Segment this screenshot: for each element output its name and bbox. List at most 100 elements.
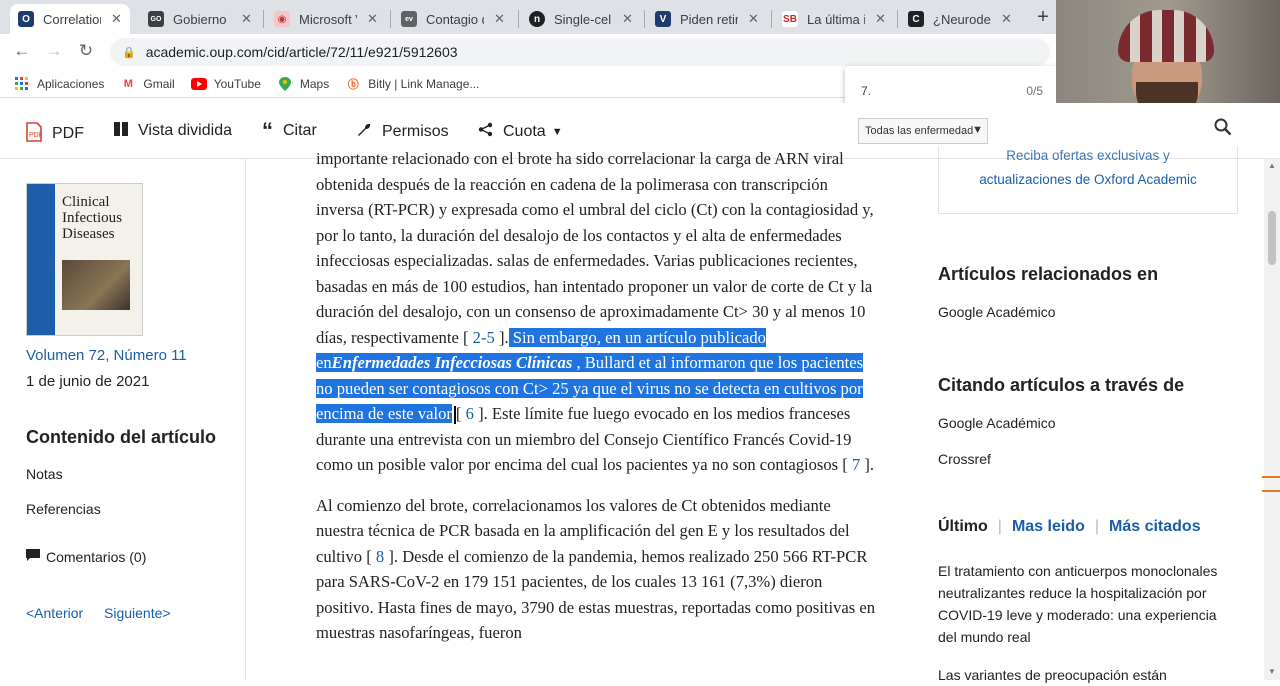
tab-separator — [518, 10, 519, 28]
close-tab-icon[interactable]: ✕ — [622, 11, 633, 27]
citing-crossref-link[interactable]: Crossref — [938, 451, 991, 467]
bookmark-label: YouTube — [213, 76, 261, 91]
tab-most-cited[interactable]: Más citados — [1109, 518, 1201, 536]
close-tab-icon[interactable]: ✕ — [111, 11, 122, 27]
quote-icon: “ — [262, 118, 273, 143]
article-contents-heading: Contenido del artículo — [26, 427, 217, 447]
go-favicon-icon: GO — [148, 11, 164, 27]
comments-label: Comentarios (0) — [46, 549, 147, 565]
close-tab-icon[interactable]: ✕ — [241, 11, 252, 27]
forward-arrow-icon[interactable]: → — [44, 41, 64, 61]
pdf-label: PDF — [52, 125, 84, 142]
oup-favicon-icon: O — [18, 11, 34, 27]
bookmark-apps[interactable]: Aplicaciones — [14, 76, 105, 91]
tab-gobierno[interactable]: GO Gobierno in ✕ — [140, 4, 260, 34]
tab-microsoft[interactable]: ◉ Microsoft V ✕ — [266, 4, 386, 34]
search-scope-value: Todas las enfermedad — [865, 125, 974, 137]
find-match-marker — [1262, 490, 1280, 492]
bookmark-youtube[interactable]: YouTube — [190, 76, 261, 91]
tab-contagio[interactable]: ev Contagio de ✕ — [393, 4, 513, 34]
reference-link[interactable]: 7 — [852, 455, 860, 474]
comments-link[interactable]: Comentarios (0) — [26, 549, 146, 565]
tab-single-cell[interactable]: n Single-cell ✕ — [521, 4, 641, 34]
bookmark-maps[interactable]: Maps — [277, 76, 330, 91]
tab-separator — [771, 10, 772, 28]
paragraph-text: ]. — [864, 455, 875, 474]
journal-name: Enfermedades Infecciosas Clínicas — [331, 353, 573, 372]
tab-piden-retire[interactable]: V Piden retire ✕ — [647, 4, 767, 34]
v-favicon-icon: V — [655, 11, 671, 27]
bookmark-label: Maps — [299, 76, 330, 91]
close-tab-icon[interactable]: ✕ — [875, 11, 886, 27]
scrollbar-thumb[interactable] — [1268, 211, 1276, 265]
bookmark-gmail[interactable]: M Gmail — [120, 77, 175, 91]
tab-most-read[interactable]: Mas leido — [1012, 518, 1085, 536]
promo-link[interactable]: Reciba ofertas exclusivas y — [939, 144, 1237, 168]
split-view-button[interactable]: Vista dividida — [114, 122, 232, 140]
close-tab-icon[interactable]: ✕ — [494, 11, 505, 27]
toc-item-notes[interactable]: Notas — [26, 466, 63, 482]
related-google-scholar-link[interactable]: Google Académico — [938, 304, 1056, 320]
cite-label: Citar — [283, 122, 317, 139]
scroll-down-arrow-icon[interactable]: ▼ — [1268, 667, 1276, 676]
journal-cover[interactable]: Clinical Infectious Diseases — [26, 183, 143, 336]
find-input[interactable]: 7. — [861, 84, 871, 98]
tab-title: Microsoft V — [299, 11, 357, 27]
tab-latest[interactable]: Último — [938, 518, 988, 536]
nature-favicon-icon: n — [529, 11, 545, 27]
scroll-up-arrow-icon[interactable]: ▲ — [1268, 161, 1276, 170]
reference-link[interactable]: 2-5 — [473, 328, 495, 347]
tab-neuroderm[interactable]: C ¿Neuroderm ✕ — [900, 4, 1020, 34]
citing-articles-heading: Citando artículos a través de — [938, 375, 1185, 395]
volume-issue-link[interactable]: Volumen 72, Número 11 — [26, 347, 187, 364]
find-match-marker — [1262, 476, 1280, 478]
tab-title: ¿Neuroderm — [933, 11, 991, 27]
next-article-link[interactable]: Siguiente> — [104, 605, 171, 621]
pdf-button[interactable]: PDF PDF — [26, 122, 84, 146]
pdf-icon: PDF — [26, 122, 43, 146]
reference-link[interactable]: 8 — [376, 547, 384, 566]
citing-google-scholar-link[interactable]: Google Académico — [938, 415, 1056, 431]
search-icon[interactable] — [1214, 118, 1232, 141]
promo-box: Reciba ofertas exclusivas y actualizacio… — [938, 146, 1238, 214]
tab-divider: | — [997, 518, 1002, 535]
dropdown-arrow-icon: ▼ — [972, 124, 983, 136]
cite-button[interactable]: “ Citar — [262, 118, 317, 143]
search-scope-select[interactable]: Todas las enfermedad ▼ — [858, 118, 988, 144]
bracket: [ — [455, 404, 462, 423]
bitly-icon: ⓑ — [347, 78, 359, 91]
share-button[interactable]: Cuota ▼ — [478, 122, 563, 141]
back-arrow-icon[interactable]: ← — [12, 41, 32, 61]
reload-icon[interactable]: ↻ — [76, 41, 96, 61]
promo-link[interactable]: actualizaciones de Oxford Academic — [979, 172, 1197, 187]
tab-title: Contagio de — [426, 11, 484, 27]
paragraph-text: importante relacionado con el brote ha s… — [316, 149, 874, 347]
cover-journal-title: Clinical Infectious Diseases — [62, 194, 122, 242]
toc-item-references[interactable]: Referencias — [26, 501, 101, 517]
page-scrollbar[interactable]: ▲ ▼ — [1264, 159, 1280, 680]
tab-title: Piden retire — [680, 11, 738, 27]
permissions-button[interactable]: Permisos — [357, 122, 449, 141]
tab-correlation[interactable]: O Correlation ✕ — [10, 4, 130, 34]
reference-link[interactable]: 6 — [466, 404, 474, 423]
previous-article-link[interactable]: <Anterior — [26, 605, 83, 621]
close-tab-icon[interactable]: ✕ — [1001, 11, 1012, 27]
tab-title: Correlation — [43, 11, 101, 27]
tab-la-ultima[interactable]: SB La última in ✕ — [774, 4, 894, 34]
article-paragraph: importante relacionado con el brote ha s… — [316, 146, 876, 478]
tab-title: Single-cell — [554, 11, 612, 27]
latest-article-link[interactable]: El tratamiento con anticuerpos monoclona… — [938, 560, 1238, 648]
related-articles-heading: Artículos relacionados en — [938, 264, 1159, 284]
address-bar[interactable]: 🔒 academic.oup.com/cid/article/72/11/e92… — [110, 38, 1050, 66]
latest-article-link[interactable]: Las variantes de preocupación están — [938, 664, 1238, 686]
close-tab-icon[interactable]: ✕ — [748, 11, 759, 27]
cover-painting — [62, 260, 130, 310]
bookmark-bitly[interactable]: ⓑ Bitly | Link Manage... — [345, 77, 480, 91]
close-tab-icon[interactable]: ✕ — [367, 11, 378, 27]
new-tab-button[interactable]: + — [1033, 6, 1053, 29]
issue-date: 1 de junio de 2021 — [26, 373, 150, 390]
tab-separator — [390, 10, 391, 28]
bookmark-label: Aplicaciones — [37, 76, 105, 91]
tab-divider: | — [1094, 518, 1099, 535]
article-body: importante relacionado con el brote ha s… — [316, 146, 876, 661]
